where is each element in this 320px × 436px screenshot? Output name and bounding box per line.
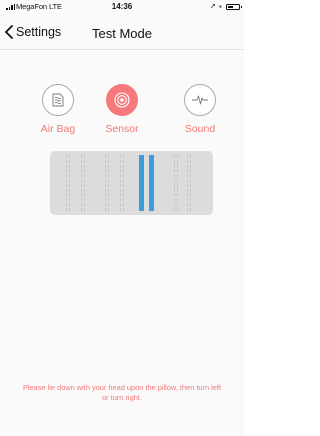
sensor-strip xyxy=(139,155,144,211)
sensor-panel xyxy=(50,151,213,215)
navigation-bar: Settings Test Mode xyxy=(0,14,244,50)
mode-label: Sound xyxy=(184,123,216,135)
sensor-icon xyxy=(106,84,138,116)
mode-label: Air Bag xyxy=(40,123,76,135)
test-mode-screen: MegaFon LTE 14:36 ➚ ⁎ Settings Test Mode… xyxy=(0,0,244,436)
mode-label: Sensor xyxy=(105,123,139,135)
sensor-strip xyxy=(174,155,178,211)
page-title: Test Mode xyxy=(92,26,152,41)
location-arrow-icon: ➚ xyxy=(210,3,216,10)
instruction-text: Please lie down with your head upon the … xyxy=(22,383,222,402)
mode-sound[interactable]: Sound xyxy=(170,84,230,135)
battery-level xyxy=(228,6,232,8)
sensor-strip xyxy=(187,155,191,211)
status-bar: MegaFon LTE 14:36 ➚ ⁎ xyxy=(0,0,244,14)
sensor-strip xyxy=(120,155,124,211)
mode-sensor[interactable]: Sensor xyxy=(92,84,152,135)
battery-icon xyxy=(226,4,242,10)
sensor-strip xyxy=(66,155,70,211)
status-time: 14:36 xyxy=(111,2,133,11)
sound-wave-icon xyxy=(184,84,216,116)
air-bag-icon xyxy=(42,84,74,116)
sensor-strip xyxy=(105,155,109,211)
sensor-strip xyxy=(149,155,154,211)
bluetooth-icon: ⁎ xyxy=(218,3,223,10)
sensor-strip xyxy=(81,155,85,211)
mode-air-bag[interactable]: Air Bag xyxy=(28,84,88,135)
